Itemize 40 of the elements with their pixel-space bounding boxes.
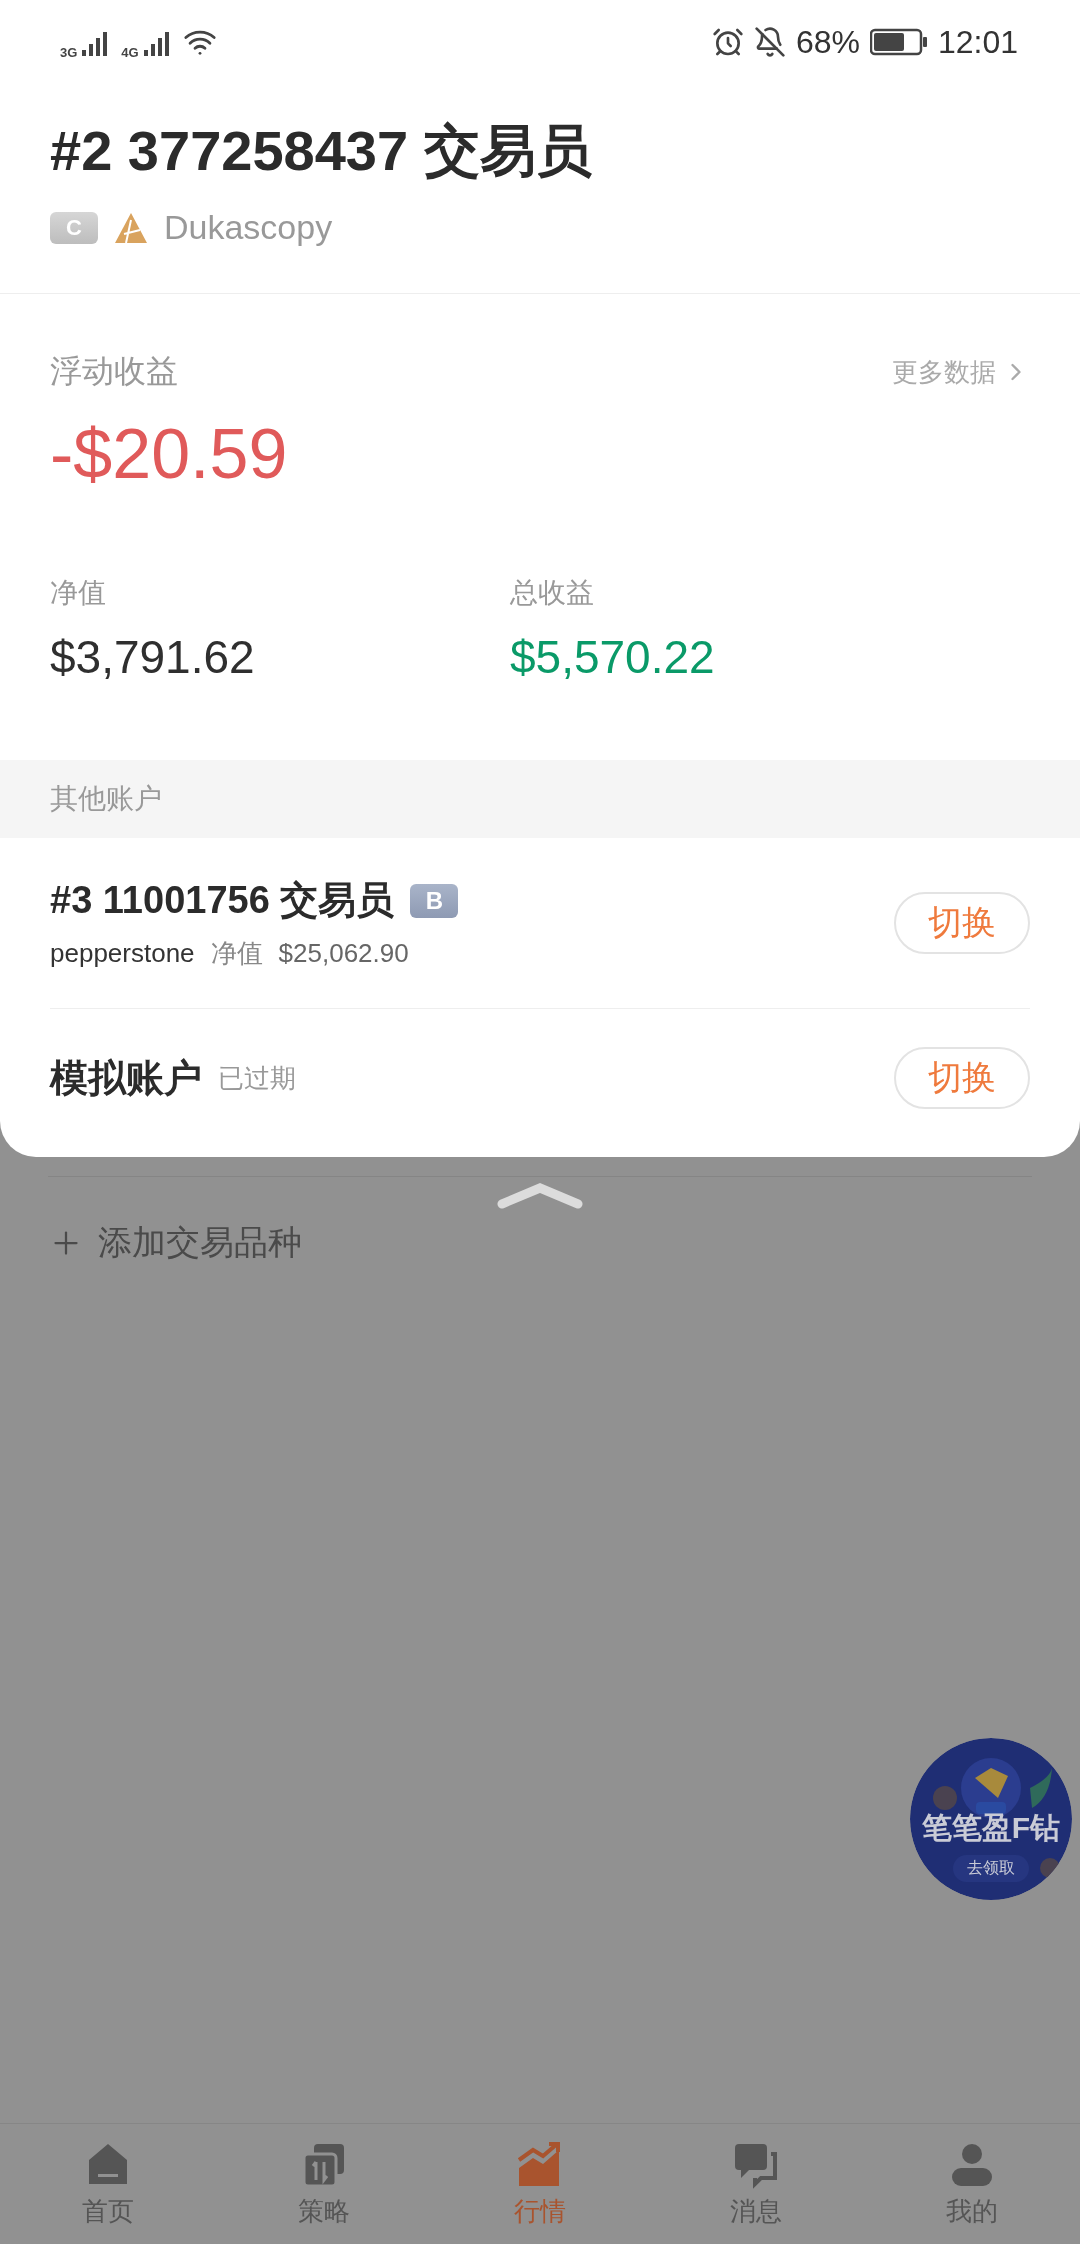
- floating-pnl-label: 浮动收益: [50, 352, 178, 391]
- add-symbol-link[interactable]: 添加交易品种: [98, 1220, 302, 1266]
- chevron-up-icon[interactable]: [497, 1182, 583, 1210]
- account-title: #2 377258437 交易员: [50, 118, 593, 184]
- tab-item[interactable]: 行情: [432, 2124, 648, 2244]
- tab-item[interactable]: 消息: [648, 2124, 864, 2244]
- stat-label: 净值: [50, 576, 107, 610]
- network-label: 3G: [60, 44, 78, 60]
- more-data-link[interactable]: 更多数据: [892, 354, 1030, 390]
- account-title: #3 11001756 交易员: [50, 878, 395, 923]
- battery-percent: 68%: [795, 23, 860, 61]
- tab-item[interactable]: 我的: [864, 2124, 1080, 2244]
- network-label: 4G: [121, 44, 139, 60]
- broker-logo-icon: [114, 211, 148, 244]
- account-type-badge: C: [50, 211, 98, 244]
- account-type-badge: B: [410, 883, 459, 918]
- clock: 12:01: [937, 23, 1018, 61]
- broker-name: pepperstone: [50, 938, 195, 969]
- stat-label: 总收益: [510, 576, 595, 610]
- alarm-icon: [711, 26, 744, 58]
- switch-button[interactable]: 切换: [894, 1047, 1030, 1109]
- claim-button[interactable]: 去领取: [953, 1855, 1029, 1882]
- account-title: 模拟账户: [50, 1055, 202, 1101]
- floating-pnl-value: -$20.59: [50, 414, 289, 494]
- battery-icon: [869, 28, 928, 56]
- account-row[interactable]: #3 11001756 交易员 B pepperstone 净值 $25,062.90 切换: [50, 838, 1030, 1009]
- bell-off-icon: [753, 26, 786, 58]
- switch-button[interactable]: 切换: [894, 892, 1030, 954]
- promo-title: 笔笔盈F钻: [921, 1810, 1061, 1846]
- section-header: 其他账户: [0, 760, 1080, 838]
- tab-item[interactable]: 首页: [0, 2124, 216, 2244]
- stat-value: $3,791.62: [50, 630, 256, 684]
- broker-name: Dukascopy: [164, 208, 333, 247]
- equity-label: 净值: [210, 937, 263, 970]
- promo-badge[interactable]: 笔笔盈F钻 去领取: [910, 1738, 1072, 1900]
- account-status: 已过期: [218, 1061, 296, 1095]
- tab-item[interactable]: 策略: [216, 2124, 432, 2244]
- account-row[interactable]: 模拟账户 已过期 切换: [50, 1009, 1030, 1147]
- stat-value: $5,570.22: [510, 630, 716, 684]
- equity-value: $25,062.90: [278, 938, 409, 969]
